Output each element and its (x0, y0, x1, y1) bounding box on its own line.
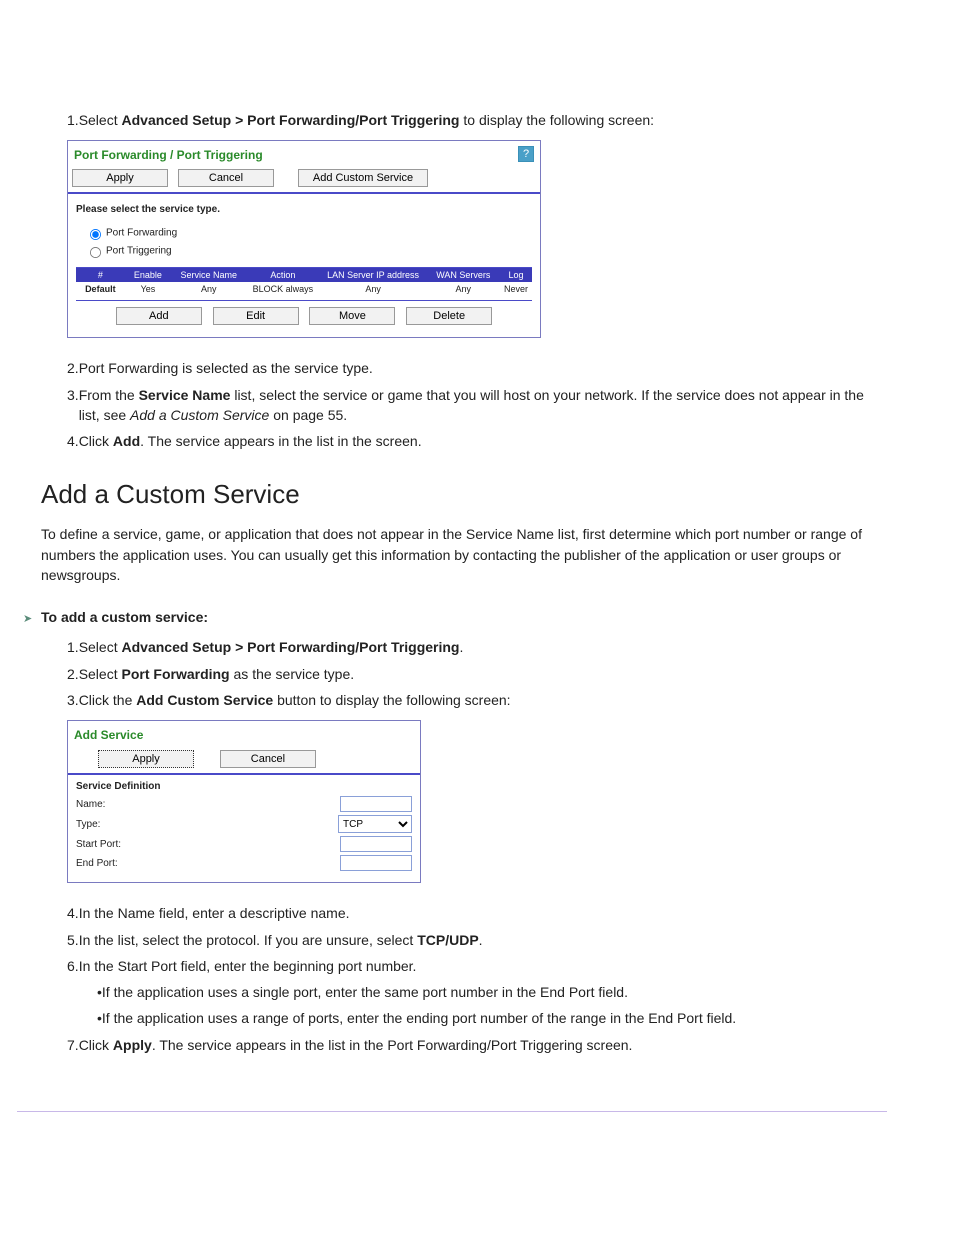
apply-button[interactable]: Apply (98, 750, 194, 768)
text: as the service type. (230, 666, 355, 682)
edit-button[interactable]: Edit (213, 307, 299, 325)
text: button to display the following screen: (273, 692, 510, 708)
text: In the list, select the protocol. If you… (79, 932, 418, 948)
text: Port Forwarding is selected as the servi… (79, 358, 373, 378)
text: In the Name field, enter a descriptive n… (79, 903, 350, 923)
procedure-arrow-icon: ➤ (23, 612, 32, 625)
document-page: 1. Select Advanced Setup > Port Forwardi… (67, 110, 887, 1112)
text: to display the following screen: (459, 112, 654, 128)
xref-link: Add a Custom Service (130, 407, 269, 423)
text: Click (79, 433, 113, 449)
type-label: Type: (76, 819, 100, 830)
step-number: 3. (67, 385, 79, 426)
step-number: 2. (67, 664, 79, 684)
table-row: Default Yes Any BLOCK always Any Any Nev… (76, 282, 532, 296)
port-triggering-radio[interactable] (90, 247, 101, 258)
section-intro: To define a service, game, or applicatio… (41, 524, 887, 585)
menu-path: Advanced Setup > Port Forwarding/Port Tr… (122, 112, 460, 128)
text-bold: Add Custom Service (136, 692, 273, 708)
text: In the Start Port field, enter the begin… (79, 956, 417, 976)
start-port-label: Start Port: (76, 839, 121, 850)
text-bold: Port Forwarding (122, 666, 230, 682)
step-number: 2. (67, 358, 79, 378)
section-label: Service Definition (76, 781, 412, 792)
text-bold: Service Name (139, 387, 231, 403)
delete-button[interactable]: Delete (406, 307, 492, 325)
radio-label: Port Triggering (106, 246, 172, 257)
page-footer-rule (17, 1111, 887, 1112)
text: From the (79, 387, 139, 403)
text-bold: TCP/UDP (417, 932, 478, 948)
text: Select (79, 666, 122, 682)
step-number: 4. (67, 431, 79, 451)
text: on page 55. (269, 407, 347, 423)
start-port-input[interactable] (340, 836, 412, 852)
text: . (459, 639, 463, 655)
text-bold: Advanced Setup > Port Forwarding/Port Tr… (122, 639, 460, 655)
add-button[interactable]: Add (116, 307, 202, 325)
step-number: 1. (67, 637, 79, 657)
end-port-input[interactable] (340, 855, 412, 871)
text-bold: Apply (113, 1037, 152, 1053)
text: . The service appears in the list in the… (140, 433, 421, 449)
move-button[interactable]: Move (309, 307, 395, 325)
panel-title: Port Forwarding / Port Triggering (74, 148, 263, 162)
panel-title: Add Service (74, 728, 143, 742)
help-icon[interactable]: ? (518, 146, 534, 162)
name-label: Name: (76, 799, 105, 810)
section-heading: Add a Custom Service (41, 479, 887, 510)
step-number: 5. (67, 930, 79, 950)
end-port-label: End Port: (76, 858, 118, 869)
text: If the application uses a range of ports… (102, 1008, 887, 1028)
table-header-row: # Enable Service Name Action LAN Server … (76, 268, 532, 282)
text: Select (79, 639, 122, 655)
port-forwarding-radio[interactable] (90, 229, 101, 240)
text: Select (79, 112, 122, 128)
port-forwarding-screenshot: Port Forwarding / Port Triggering ? Appl… (67, 140, 541, 338)
step-number: 1. (67, 110, 79, 130)
cancel-button[interactable]: Cancel (178, 169, 274, 187)
add-service-screenshot: Add Service Apply Cancel Service Definit… (67, 720, 421, 883)
step-number: 6. (67, 956, 79, 976)
type-select[interactable]: TCP (338, 815, 412, 833)
text: . The service appears in the list in the… (152, 1037, 633, 1053)
cancel-button[interactable]: Cancel (220, 750, 316, 768)
apply-button[interactable]: Apply (72, 169, 168, 187)
procedure-title: To add a custom service: (41, 609, 208, 625)
step-number: 7. (67, 1035, 79, 1055)
text-bold: Add (113, 433, 140, 449)
text: Click the (79, 692, 137, 708)
service-type-label: Please select the service type. (76, 204, 532, 215)
radio-label: Port Forwarding (106, 228, 177, 239)
text: If the application uses a single port, e… (102, 982, 628, 1002)
step-number: 4. (67, 903, 79, 923)
name-input[interactable] (340, 796, 412, 812)
step-number: 3. (67, 690, 79, 710)
add-custom-service-button[interactable]: Add Custom Service (298, 169, 428, 187)
step-select-screen: 1. Select Advanced Setup > Port Forwardi… (67, 110, 887, 130)
text: . (479, 932, 483, 948)
text: Click (79, 1037, 113, 1053)
